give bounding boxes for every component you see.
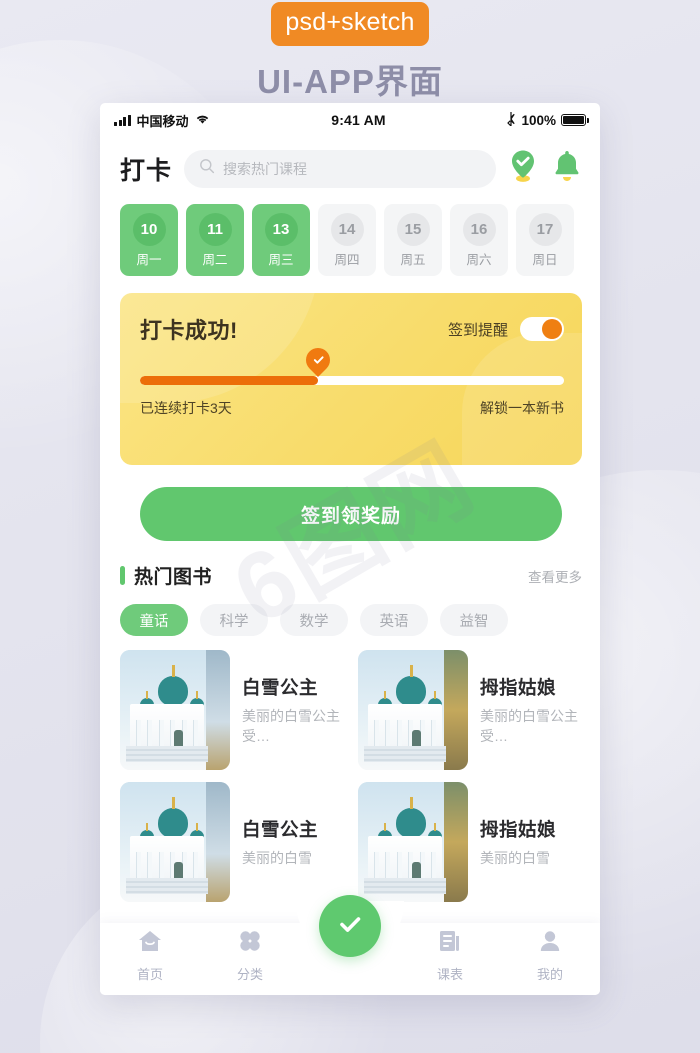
carrier-label: 中国移动: [136, 113, 189, 129]
date-number: 14: [330, 212, 364, 246]
claim-reward-button[interactable]: 签到领奖励: [140, 487, 562, 541]
date-number: 17: [528, 212, 562, 246]
tab-profile[interactable]: 我的: [500, 929, 600, 995]
location-pin-check-icon[interactable]: [508, 149, 538, 188]
date-chip[interactable]: 11 周二: [186, 204, 244, 276]
promo-title: UI-APP界面: [257, 63, 443, 100]
book-grid: 白雪公主 美丽的白雪公主受… 拇指姑娘 美丽的白雪公主受… 白雪公主 美丽的白雪…: [120, 650, 582, 902]
tab-label: 分类: [236, 967, 263, 982]
date-chip[interactable]: 14 周四: [318, 204, 376, 276]
remind-toggle[interactable]: [520, 317, 564, 341]
section-header: 热门图书 查看更多: [120, 562, 582, 589]
date-chip[interactable]: 10 周一: [120, 204, 178, 276]
status-time: 9:41 AM: [331, 112, 386, 128]
promo-badge: psd+sketch: [271, 2, 429, 46]
home-icon: [137, 929, 163, 958]
streak-label: 已连续打卡3天: [140, 400, 232, 416]
promo-header: psd+sketch UI-APP界面: [0, 0, 700, 100]
cathedral-photo: [358, 650, 468, 770]
category-chip[interactable]: 童话: [120, 604, 188, 636]
date-weekday: 周二: [202, 252, 228, 267]
category-chips[interactable]: 童话 科学 数学 英语 益智: [120, 604, 582, 636]
battery-percent-label: 100%: [521, 112, 556, 128]
date-number: 10: [132, 212, 166, 246]
date-number: 13: [264, 212, 298, 246]
date-weekday: 周六: [466, 252, 492, 267]
date-chip[interactable]: 15 周五: [384, 204, 442, 276]
grid-icon: [238, 929, 262, 958]
tab-home[interactable]: 首页: [100, 929, 200, 995]
cathedral-photo: [120, 650, 230, 770]
check-icon: [334, 908, 366, 945]
progress-bar: [140, 376, 564, 385]
search-input[interactable]: 搜索热门课程: [184, 149, 496, 188]
tab-label: 首页: [136, 967, 163, 982]
phone-mockup: 中国移动 9:41 AM 100% 打卡 搜索热门课程 10 周一 11 周二 …: [100, 103, 600, 995]
book-card[interactable]: 白雪公主 美丽的白雪: [120, 782, 344, 902]
book-description: 美丽的白雪公主受…: [242, 707, 340, 744]
date-weekday: 周五: [400, 252, 426, 267]
tab-schedule[interactable]: 课表: [400, 929, 500, 995]
person-icon: [538, 929, 562, 958]
date-selector[interactable]: 10 周一 11 周二 13 周三 14 周四 15 周五 16 周六 17 周…: [100, 198, 600, 276]
status-bar: 中国移动 9:41 AM 100%: [100, 103, 600, 137]
category-chip[interactable]: 科学: [200, 604, 268, 636]
category-chip[interactable]: 英语: [360, 604, 428, 636]
list-document-icon: [438, 929, 462, 958]
date-weekday: 周一: [136, 252, 162, 267]
date-chip[interactable]: 16 周六: [450, 204, 508, 276]
progress-fill: [140, 376, 319, 385]
book-description: 美丽的白雪: [242, 849, 312, 866]
reward-label: 解锁一本新书: [480, 400, 564, 416]
search-placeholder: 搜索热门课程: [223, 160, 308, 177]
progress-marker-check-icon: [301, 343, 336, 377]
section-title: 热门图书: [134, 567, 213, 588]
category-chip[interactable]: 益智: [440, 604, 508, 636]
book-card[interactable]: 白雪公主 美丽的白雪公主受…: [120, 650, 344, 770]
date-number: 16: [462, 212, 496, 246]
tab-label: 课表: [436, 967, 463, 982]
book-title: 拇指姑娘: [480, 676, 557, 698]
battery-full-icon: [561, 114, 589, 126]
date-number: 15: [396, 212, 430, 246]
bluetooth-icon: [507, 111, 516, 129]
section-accent-bar: [120, 566, 125, 585]
category-chip[interactable]: 数学: [280, 604, 348, 636]
book-title: 拇指姑娘: [480, 818, 557, 840]
date-chip[interactable]: 17 周日: [516, 204, 574, 276]
remind-label: 签到提醒: [447, 321, 508, 339]
bell-icon[interactable]: [552, 149, 582, 188]
app-header: 打卡 搜索热门课程: [100, 137, 600, 198]
tab-center-spacer: [300, 983, 400, 995]
book-description: 美丽的白雪公主受…: [480, 707, 578, 744]
book-description: 美丽的白雪: [480, 849, 550, 866]
wifi-icon: [195, 113, 210, 128]
signal-bars-icon: [114, 114, 131, 126]
book-title: 白雪公主: [242, 818, 319, 840]
date-chip[interactable]: 13 周三: [252, 204, 310, 276]
page-title: 打卡: [120, 156, 173, 185]
cathedral-photo: [358, 782, 468, 902]
punch-card: 打卡成功! 签到提醒 已连续打卡3天 解锁一本新书: [120, 293, 582, 465]
date-weekday: 周四: [334, 252, 360, 267]
book-card[interactable]: 拇指姑娘 美丽的白雪公主受…: [358, 650, 582, 770]
toggle-knob: [542, 319, 562, 339]
search-icon: [199, 158, 215, 179]
bottom-nav: 首页 分类 课表 我的: [100, 895, 600, 995]
cathedral-photo: [120, 782, 230, 902]
date-number: 11: [198, 212, 232, 246]
date-weekday: 周三: [268, 252, 294, 267]
book-card[interactable]: 拇指姑娘 美丽的白雪: [358, 782, 582, 902]
punch-title: 打卡成功!: [140, 318, 238, 343]
checkin-fab-button[interactable]: [319, 895, 381, 957]
date-weekday: 周日: [532, 252, 558, 267]
progress-section: [140, 343, 564, 385]
view-more-link[interactable]: 查看更多: [528, 566, 582, 586]
tab-label: 我的: [536, 967, 563, 982]
book-title: 白雪公主: [242, 676, 319, 698]
tab-category[interactable]: 分类: [200, 929, 300, 995]
